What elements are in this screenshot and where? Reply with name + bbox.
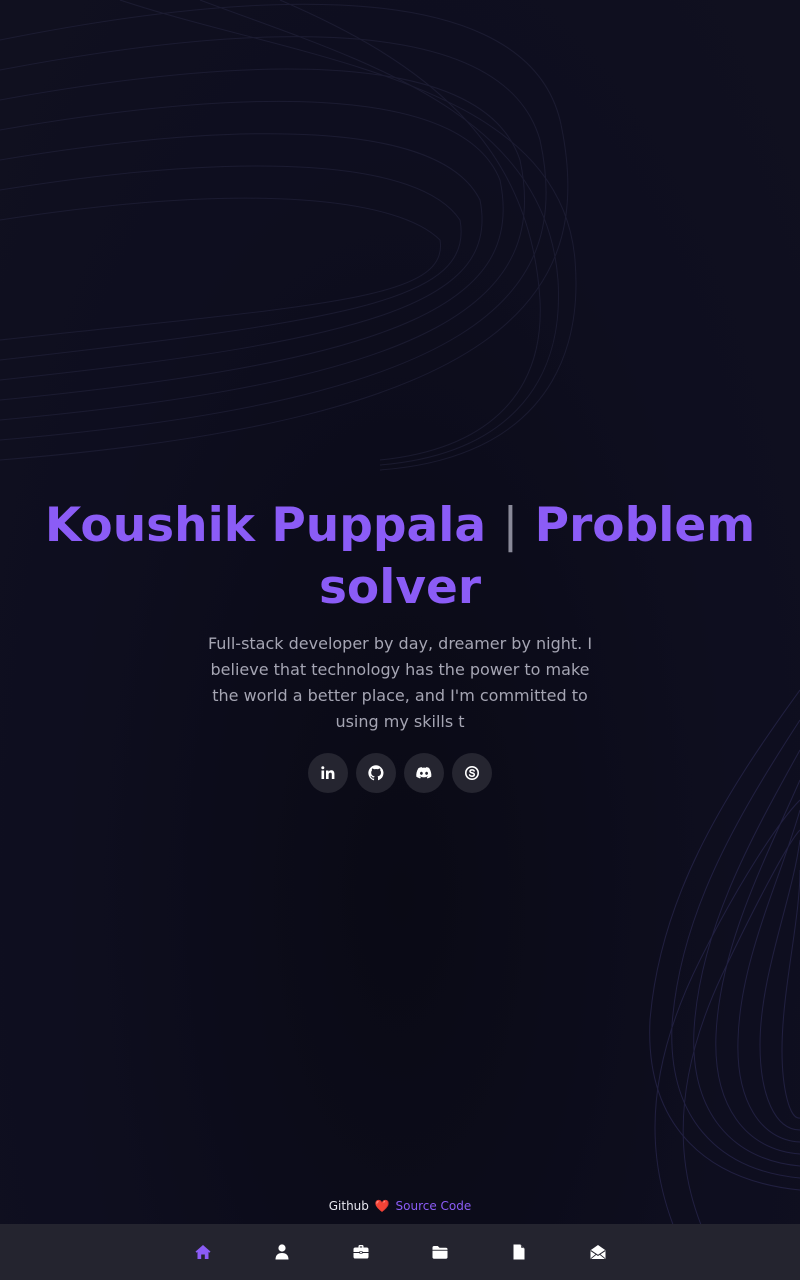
heart-icon: ❤️ bbox=[374, 1199, 390, 1213]
page: Koushik Puppala | Problem solver Full-st… bbox=[0, 0, 800, 1280]
hero-name: Koushik Puppala bbox=[44, 498, 487, 553]
github-icon bbox=[368, 765, 384, 781]
source-code-link[interactable]: Source Code bbox=[396, 1199, 472, 1213]
nav-item-resume[interactable] bbox=[479, 1224, 558, 1280]
nav-item-contact[interactable] bbox=[558, 1224, 637, 1280]
nav-item-home[interactable] bbox=[163, 1224, 242, 1280]
footer-prefix: Github bbox=[328, 1199, 369, 1213]
file-icon bbox=[513, 1244, 524, 1260]
discord-button[interactable] bbox=[404, 753, 444, 793]
home-icon bbox=[195, 1245, 210, 1259]
linkedin-icon bbox=[321, 766, 335, 779]
footer-credit: Github ❤️ Source Code bbox=[0, 1199, 800, 1213]
briefcase-icon bbox=[353, 1245, 368, 1259]
skype-button[interactable] bbox=[452, 753, 492, 793]
hero-section: Koushik Puppala | Problem solver Full-st… bbox=[40, 495, 760, 793]
bottom-navigation bbox=[0, 1224, 800, 1280]
nav-item-experience[interactable] bbox=[321, 1224, 400, 1280]
folder-icon bbox=[432, 1246, 447, 1259]
envelope-open-icon bbox=[589, 1245, 606, 1260]
linkedin-button[interactable] bbox=[308, 753, 348, 793]
nav-item-projects[interactable] bbox=[400, 1224, 479, 1280]
skype-icon bbox=[465, 766, 479, 780]
nav-item-about[interactable] bbox=[242, 1224, 321, 1280]
social-links bbox=[40, 753, 760, 793]
title-separator: | bbox=[502, 498, 519, 553]
github-button[interactable] bbox=[356, 753, 396, 793]
discord-icon bbox=[416, 767, 432, 779]
hero-title: Koushik Puppala | Problem solver bbox=[40, 495, 760, 619]
user-icon bbox=[275, 1244, 288, 1260]
hero-description: Full-stack developer by day, dreamer by … bbox=[207, 634, 593, 731]
